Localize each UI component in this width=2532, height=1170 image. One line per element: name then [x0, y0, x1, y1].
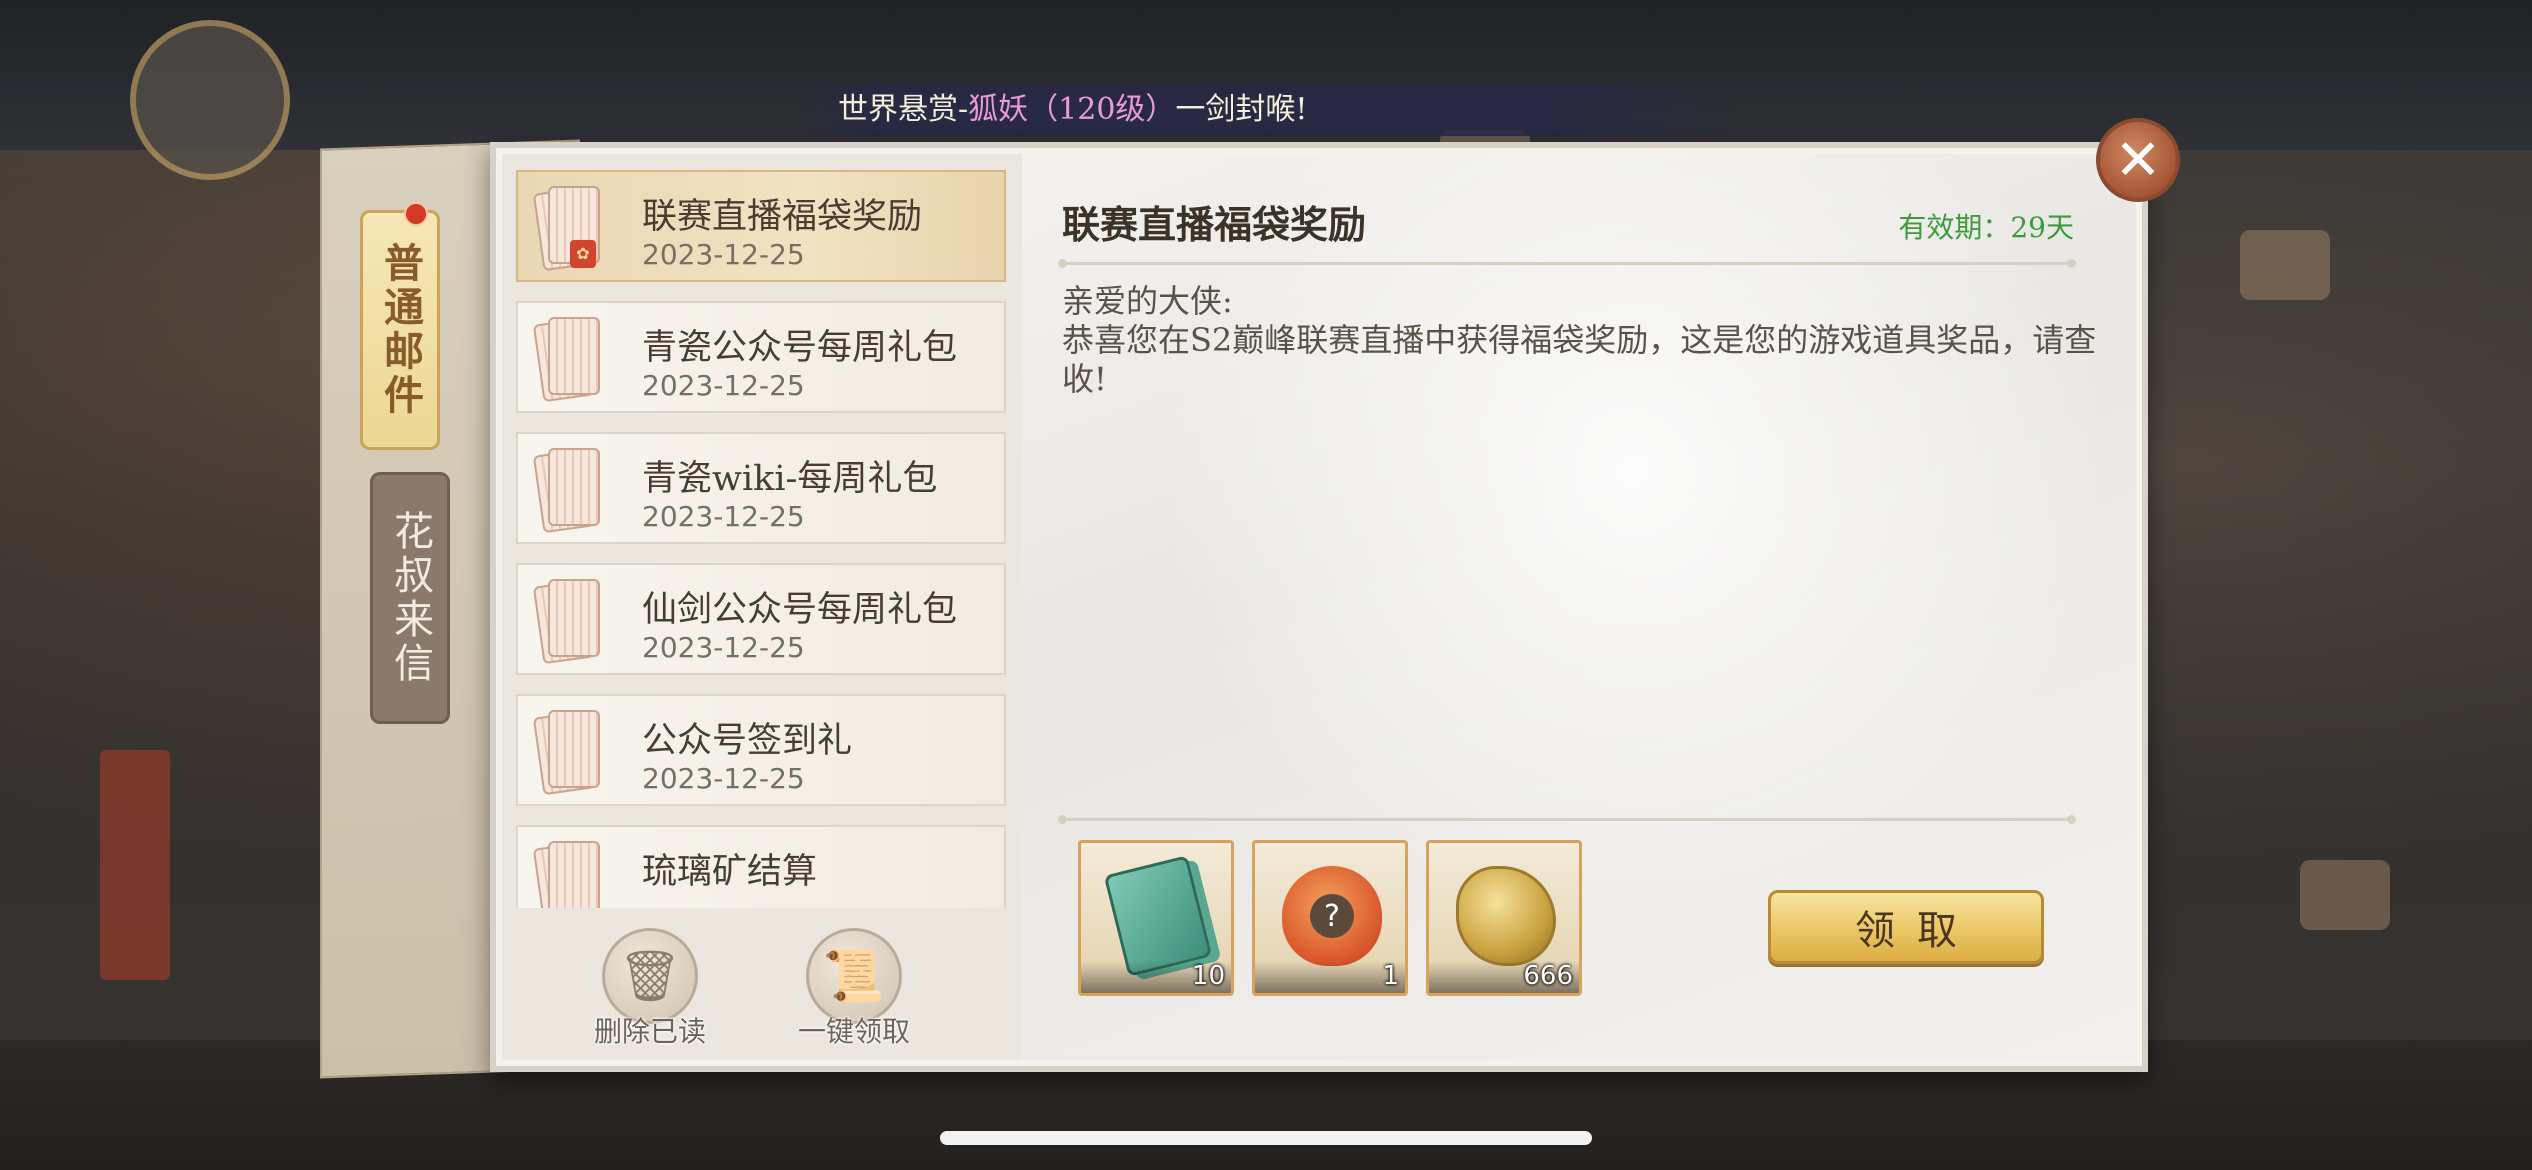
- mail-item-date: 2023-12-25: [642, 500, 805, 533]
- claim-button[interactable]: 领取: [1768, 890, 2044, 964]
- collect-all-label: 一键领取: [797, 1015, 910, 1048]
- mail-list-item[interactable]: 公众号签到礼 2023-12-25: [516, 694, 1006, 806]
- mail-detail-pane: 联赛直播福袋奖励 有效期：29天 亲爱的大侠: 恭喜您在S2巅峰联赛直播中获得福…: [1022, 154, 2136, 1060]
- mail-list-item[interactable]: 琉璃矿结算: [516, 825, 1006, 908]
- player-avatar: [130, 20, 290, 180]
- mail-item-title: 联赛直播福袋奖励: [642, 197, 923, 237]
- mail-item-date: 2023-12-25: [642, 631, 805, 664]
- envelope-icon: [532, 577, 600, 665]
- mail-item-date: 2023-12-25: [642, 238, 805, 271]
- delete-read-button[interactable]: 🗑 删除已读: [580, 928, 720, 1048]
- divider: [1058, 815, 2076, 824]
- envelope-icon: ✿: [532, 184, 600, 272]
- ticket-icon: [1103, 855, 1213, 977]
- red-seal-icon: ✿: [570, 240, 596, 268]
- mail-list-item[interactable]: 青瓷公众号每周礼包 2023-12-25: [516, 301, 1006, 413]
- close-button[interactable]: ✕: [2096, 118, 2180, 202]
- mail-dialog: 普通邮件 花叔来信 ✿ 联赛直播福袋奖励 2023-12-25 青瓷公众号每周礼…: [320, 120, 2180, 1080]
- mail-list-item[interactable]: 仙剑公众号每周礼包 2023-12-25: [516, 563, 1006, 675]
- tab-uncle-hua-letters[interactable]: 花叔来信: [370, 472, 450, 724]
- tab-normal-mail[interactable]: 普通邮件: [360, 210, 440, 450]
- mail-item-date: 2023-12-25: [642, 369, 805, 402]
- reward-slot[interactable]: 666: [1426, 840, 1582, 996]
- reward-slot[interactable]: ? 1: [1252, 840, 1408, 996]
- envelope-icon: [532, 839, 600, 908]
- mail-item-title: 琉璃矿结算: [642, 852, 818, 892]
- mail-item-title: 公众号签到礼: [642, 721, 853, 761]
- reward-quantity: 666: [1523, 961, 1573, 991]
- mail-item-title: 青瓷wiki-每周礼包: [642, 459, 938, 499]
- delete-read-label: 删除已读: [593, 1015, 706, 1048]
- mail-item-title: 青瓷公众号每周礼包: [642, 328, 958, 368]
- mail-list-item[interactable]: ✿ 联赛直播福袋奖励 2023-12-25: [516, 170, 1006, 282]
- mail-greeting: 亲爱的大侠:: [1062, 282, 1233, 320]
- tab-uncle-hua-letters-label: 花叔来信: [387, 510, 433, 686]
- envelope-icon: [532, 708, 600, 796]
- mail-item-date: 2023-12-25: [642, 762, 805, 795]
- mail-list-pane: ✿ 联赛直播福袋奖励 2023-12-25 青瓷公众号每周礼包 2023-12-…: [502, 154, 1022, 1060]
- reward-quantity: 1: [1382, 961, 1399, 991]
- tab-normal-mail-label: 普通邮件: [377, 242, 424, 418]
- mail-list-actions: 🗑 删除已读 📜 一键领取: [502, 914, 1022, 1060]
- envelope-icon: [532, 315, 600, 403]
- red-banner: [100, 750, 170, 980]
- reward-slot[interactable]: 10: [1078, 840, 1234, 996]
- mail-detail-title: 联赛直播福袋奖励: [1062, 202, 1367, 247]
- collect-all-button[interactable]: 📜 一键领取: [784, 928, 924, 1048]
- mail-expiry: 有效期：29天: [1898, 211, 2074, 244]
- home-indicator[interactable]: [940, 1131, 1592, 1145]
- mail-message: 恭喜您在S2巅峰联赛直播中获得福袋奖励，这是您的游戏道具奖品，请查收!: [1062, 321, 2097, 398]
- gold-dragon-icon: [1451, 861, 1561, 971]
- close-icon: ✕: [2114, 127, 2162, 193]
- notification-dot: [404, 202, 428, 226]
- mail-list[interactable]: ✿ 联赛直播福袋奖励 2023-12-25 青瓷公众号每周礼包 2023-12-…: [516, 170, 1008, 908]
- reward-quantity: 10: [1191, 961, 1225, 991]
- mail-body: 亲爱的大侠: 恭喜您在S2巅峰联赛直播中获得福袋奖励，这是您的游戏道具奖品，请查…: [1062, 282, 2102, 399]
- mail-list-item[interactable]: 青瓷wiki-每周礼包 2023-12-25: [516, 432, 1006, 544]
- divider: [1058, 259, 2076, 268]
- mystery-bag-icon: ?: [1277, 861, 1387, 971]
- envelope-icon: [532, 446, 600, 534]
- mail-item-title: 仙剑公众号每周礼包: [642, 590, 958, 630]
- mail-window: ✿ 联赛直播福袋奖励 2023-12-25 青瓷公众号每周礼包 2023-12-…: [490, 142, 2148, 1072]
